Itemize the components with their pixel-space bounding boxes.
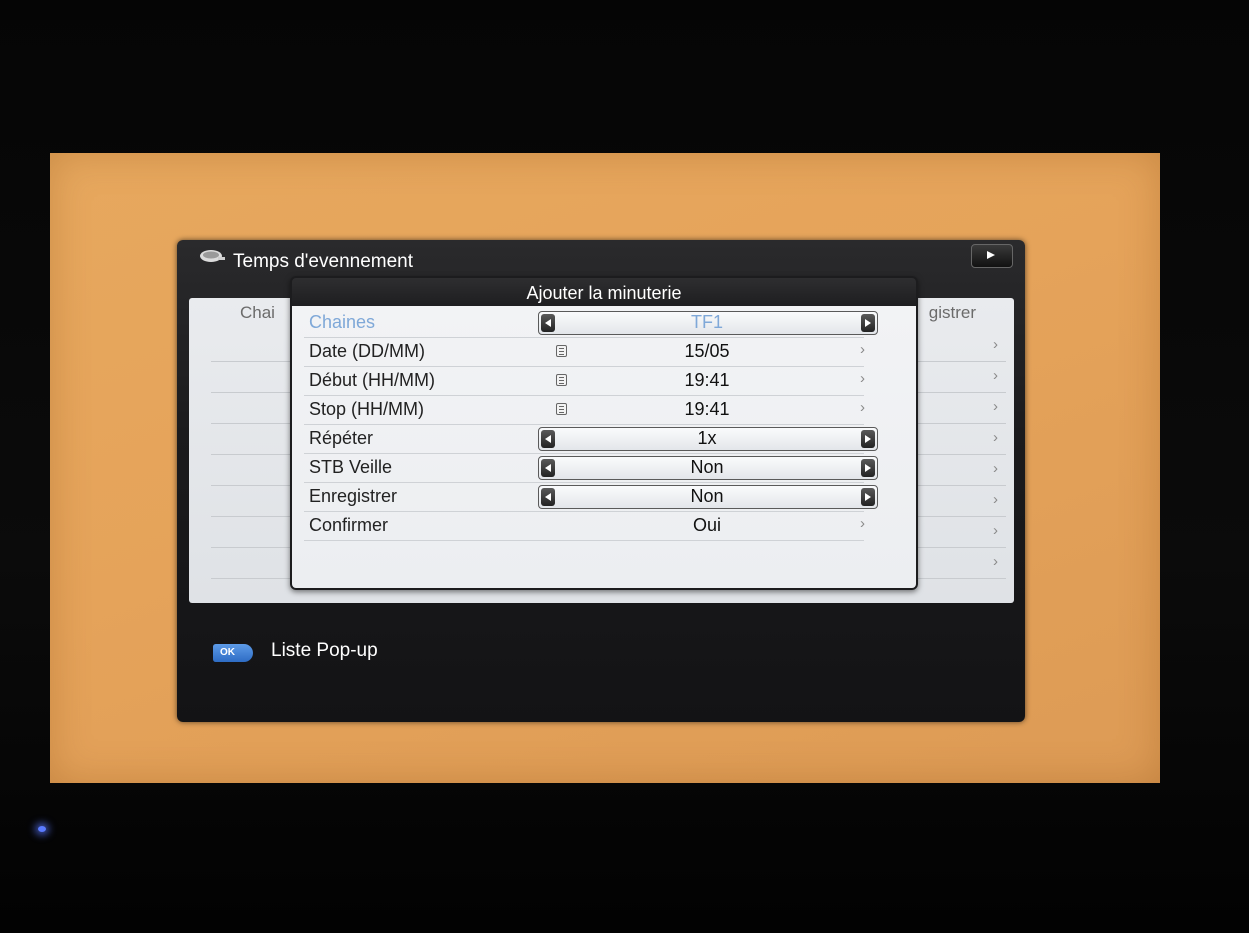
dialog-title: Ajouter la minuterie <box>526 283 682 303</box>
value-date: 15/05 <box>684 341 730 361</box>
chevron-right-icon: › <box>993 429 998 446</box>
chevron-right-icon: › <box>993 553 998 570</box>
value-channel: TF1 <box>690 312 723 332</box>
row-stop-time[interactable]: Stop (HH/MM) 19:41 › <box>304 396 865 425</box>
label-date: Date (DD/MM) <box>309 341 425 361</box>
arrow-right-icon[interactable] <box>861 459 875 477</box>
row-repeat[interactable]: Répéter 1x <box>304 425 878 454</box>
arrow-right-icon[interactable] <box>861 488 875 506</box>
value-start-time: 19:41 <box>684 370 730 390</box>
arrow-left-icon[interactable] <box>541 314 555 332</box>
chevron-right-icon: › <box>993 460 998 477</box>
label-repeat: Répéter <box>309 428 374 448</box>
window-title: Temps d'evennement <box>233 251 414 272</box>
value-confirm: Oui <box>692 515 721 535</box>
arrow-left-icon[interactable] <box>541 488 555 506</box>
arrow-left-icon[interactable] <box>541 430 555 448</box>
list-header-record: gistrer <box>928 303 976 322</box>
label-stop-time: Stop (HH/MM) <box>309 399 425 419</box>
value-stop-time: 19:41 <box>684 399 730 419</box>
value-repeat: 1x <box>697 428 717 448</box>
row-channel[interactable]: Chaines TF1 <box>304 309 878 338</box>
value-record: Non <box>690 486 724 506</box>
arrow-right-icon[interactable] <box>861 314 875 332</box>
list-header-channel: Chai <box>240 303 275 322</box>
chevron-right-icon: › <box>993 336 998 353</box>
keyboard-icon <box>556 374 567 386</box>
arrow-right-icon[interactable] <box>861 430 875 448</box>
play-icon[interactable] <box>971 244 1013 268</box>
row-standby[interactable]: STB Veille Non <box>304 454 878 483</box>
label-standby: STB Veille <box>309 457 393 477</box>
power-led <box>38 826 46 832</box>
chevron-right-icon: › <box>860 370 865 387</box>
label-start-time: Début (HH/MM) <box>309 370 436 390</box>
row-start-time[interactable]: Début (HH/MM) 19:41 › <box>304 367 865 396</box>
add-timer-dialog: Ajouter la minuterie Chaines TF1 Date (D… <box>290 276 918 590</box>
label-confirm: Confirmer <box>309 515 389 535</box>
value-standby: Non <box>690 457 724 477</box>
ok-button-icon: OK <box>213 644 253 662</box>
chevron-right-icon: › <box>993 522 998 539</box>
chevron-right-icon: › <box>993 367 998 384</box>
satellite-dish-icon <box>199 248 225 262</box>
row-date[interactable]: Date (DD/MM) 15/05 › <box>304 338 865 367</box>
row-confirm[interactable]: Confirmer Oui › <box>304 512 865 541</box>
label-record: Enregistrer <box>309 486 398 506</box>
footer-text: Liste Pop-up <box>271 640 378 661</box>
chevron-right-icon: › <box>860 341 865 358</box>
chevron-right-icon: › <box>993 398 998 415</box>
arrow-left-icon[interactable] <box>541 459 555 477</box>
keyboard-icon <box>556 403 567 415</box>
chevron-right-icon: › <box>860 399 865 416</box>
chevron-right-icon: › <box>993 491 998 508</box>
label-channel: Chaines <box>309 312 376 332</box>
row-record[interactable]: Enregistrer Non <box>304 483 878 512</box>
keyboard-icon <box>556 345 567 357</box>
chevron-right-icon: › <box>860 515 865 532</box>
